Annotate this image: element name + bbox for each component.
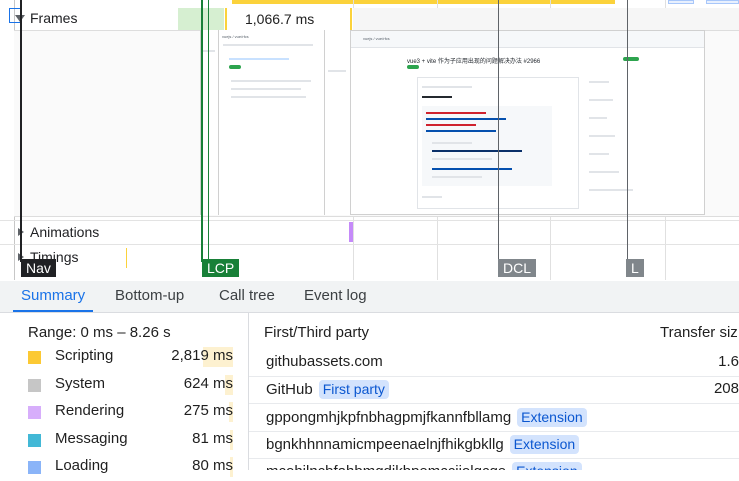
category-value: 80 ms xyxy=(192,457,233,474)
table-row[interactable]: GitHub First party 208 xyxy=(249,376,739,405)
column-header-party[interactable]: First/Third party xyxy=(264,324,369,341)
entity-label: mcohilncbfahbmgdjkbpemcciiolgcge xyxy=(266,463,506,470)
frame-duration: 1,066.7 ms xyxy=(243,11,317,27)
category-swatch xyxy=(28,378,41,392)
entity-badge: Extension xyxy=(509,434,580,454)
transfer-size: 1.6 xyxy=(718,353,739,370)
category-name: Messaging xyxy=(55,429,128,447)
entity-name: githubassets.com xyxy=(266,353,383,370)
entity-name: gppongmhjkpfnbhagpmjfkannfbllamg Extensio… xyxy=(266,407,587,427)
animations-track[interactable]: Animations xyxy=(0,220,739,245)
summary-row: System 624 ms xyxy=(28,373,238,399)
entity-label: GitHub xyxy=(266,381,313,399)
status-open-badge xyxy=(407,65,419,69)
frames-track-label: Frames xyxy=(30,10,78,26)
entity-name: bgnkhhnnamicmpeenaelnjfhikgbkllg Extensio… xyxy=(266,434,580,454)
summary-row: Scripting 2,819 ms xyxy=(28,345,238,371)
category-name: Rendering xyxy=(55,402,125,419)
category-name: System xyxy=(55,374,106,392)
dcl-marker-line xyxy=(498,0,499,262)
table-row[interactable]: mcohilncbfahbmgdjkbpemcciiolgcge Extensio… xyxy=(249,458,739,470)
timeline-tracks[interactable]: Frames 1,066.7 ms vuejs / vue/rfcs vuejs… xyxy=(0,0,739,280)
entity-badge: First party xyxy=(318,380,389,400)
summary-row: Rendering 275 ms xyxy=(28,400,238,426)
github-crumb-main: vuejs / vue/rfcs xyxy=(363,36,390,41)
entity-name: mcohilncbfahbmgdjkbpemcciiolgcge Extensio… xyxy=(266,462,582,470)
animation-event[interactable] xyxy=(349,222,353,242)
lcp-marker[interactable]: LCP xyxy=(202,259,240,277)
frame-bar-long[interactable]: 1,066.7 ms xyxy=(225,8,352,30)
issue-title: vue3 + vite 作为子应用出现的问题解决办法 #2966 xyxy=(407,59,541,65)
frame-screenshot-2[interactable]: vuejs / vue/rfcs xyxy=(218,30,325,215)
summary-pane: Range: 0 ms – 8.26 s Scripting 2,819 ms Sy… xyxy=(0,313,249,477)
summary-row: Messaging 81 ms xyxy=(28,428,238,454)
category-swatch xyxy=(28,433,41,447)
load-marker[interactable]: L xyxy=(626,259,644,277)
lcp-marker-line xyxy=(201,0,203,262)
frame-screenshot-main[interactable]: vuejs / vue/rfcs vue3 + vite 作为子应用出现的问题解… xyxy=(350,30,705,215)
category-value: 624 ms xyxy=(183,374,233,392)
animations-track-label: Animations xyxy=(30,224,100,240)
category-name: Loading xyxy=(55,457,109,474)
dcl-marker[interactable]: DCL xyxy=(498,259,537,277)
timing-tick xyxy=(126,248,127,268)
nav-marker-line xyxy=(20,0,22,262)
column-header-transfer[interactable]: Transfer siz xyxy=(660,324,738,341)
github-crumb: vuejs / vue/rfcs xyxy=(222,34,249,39)
entity-label: githubassets.com xyxy=(266,353,383,370)
nav-marker[interactable]: Nav xyxy=(21,259,56,277)
third-party-table: First/Third party Transfer siz githubass… xyxy=(249,313,739,470)
tab-bottom-up[interactable]: Bottom-up xyxy=(115,281,184,311)
summary-row: Loading 80 ms xyxy=(28,455,238,481)
details-tabbar: Summary Bottom-up Call tree Event log xyxy=(0,281,739,313)
overview-strip xyxy=(0,0,739,4)
summary-range: Range: 0 ms – 8.26 s xyxy=(28,324,171,341)
entity-name: GitHub First party xyxy=(266,380,389,400)
category-swatch xyxy=(28,406,41,419)
entity-label: gppongmhjkpfnbhagpmjfkannfbllamg xyxy=(266,408,512,426)
entity-badge: Extension xyxy=(517,407,587,427)
entity-label: bgnkhhnnamicmpeenaelnjfhikgbkllg xyxy=(266,435,504,453)
category-swatch xyxy=(28,461,41,474)
frame-screenshot-3[interactable] xyxy=(324,30,351,215)
category-name: Scripting xyxy=(55,347,114,364)
lcp-marker-line-2 xyxy=(208,0,209,262)
tab-summary[interactable]: Summary xyxy=(12,281,94,312)
category-value: 2,819 ms xyxy=(171,347,233,364)
table-row[interactable]: gppongmhjkpfnbhagpmjfkannfbllamg Extensio… xyxy=(249,404,739,432)
tab-call-tree[interactable]: Call tree xyxy=(219,281,275,311)
category-value: 81 ms xyxy=(192,429,233,447)
category-swatch xyxy=(28,351,41,364)
table-row[interactable]: bgnkhhnnamicmpeenaelnjfhikgbkllg Extensio… xyxy=(249,431,739,459)
entity-badge: Extension xyxy=(512,462,582,470)
table-row[interactable]: githubassets.com 1.6 xyxy=(249,349,739,377)
frame-bar-idle[interactable] xyxy=(353,8,739,30)
transfer-size: 208 xyxy=(713,380,739,398)
category-value: 275 ms xyxy=(183,402,233,419)
tab-event-log[interactable]: Event log xyxy=(304,281,367,311)
issue-sidebar xyxy=(589,79,641,199)
load-marker-line xyxy=(627,0,628,262)
